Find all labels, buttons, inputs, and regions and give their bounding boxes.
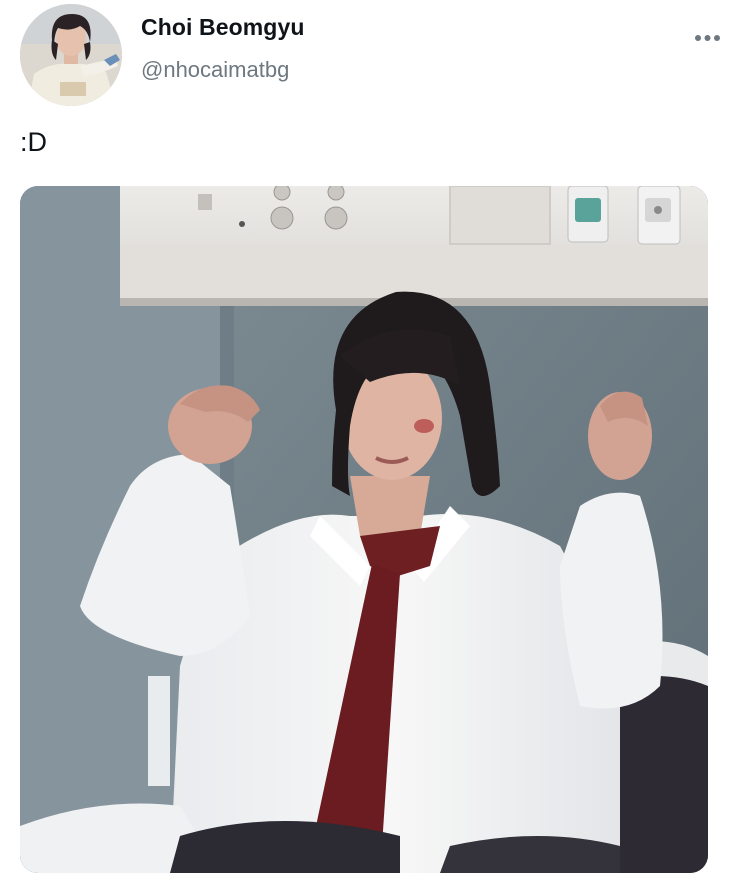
author-handle[interactable]: @nhocaimatbg bbox=[141, 57, 289, 83]
more-horizontal-icon bbox=[695, 35, 720, 41]
tweet-media-photo[interactable] bbox=[20, 186, 708, 873]
tweet-text: :D bbox=[20, 127, 47, 157]
tweet-card: Choi Beomgyu @nhocaimatbg :D bbox=[0, 0, 750, 889]
avatar-image bbox=[20, 4, 122, 106]
more-options-button[interactable] bbox=[688, 26, 728, 50]
attached-photo bbox=[20, 186, 708, 873]
author-avatar[interactable] bbox=[20, 4, 122, 106]
author-display-name[interactable]: Choi Beomgyu bbox=[141, 14, 304, 41]
